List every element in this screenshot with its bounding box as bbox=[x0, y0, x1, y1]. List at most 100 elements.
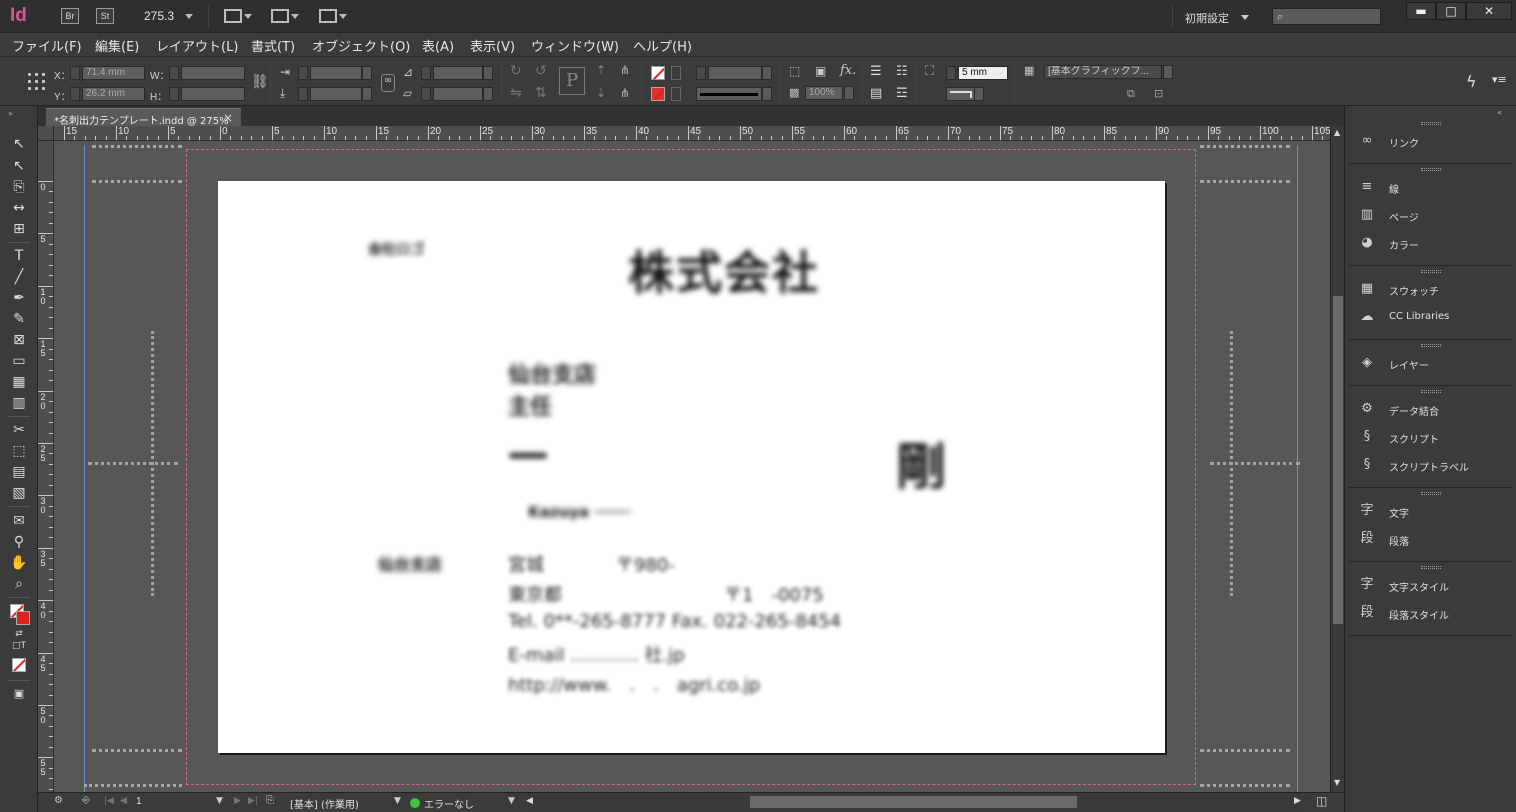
h-stepper[interactable] bbox=[169, 87, 179, 101]
split-window-icon[interactable]: ◫ bbox=[1316, 794, 1327, 808]
menu-table[interactable]: 表(A) bbox=[422, 36, 454, 55]
w-stepper[interactable] bbox=[169, 66, 179, 80]
stroke-weight-field[interactable] bbox=[708, 66, 762, 80]
stroke-swatch[interactable] bbox=[651, 87, 665, 101]
h-field[interactable] bbox=[181, 87, 245, 101]
corner-options-icon[interactable]: ⬚ bbox=[789, 64, 800, 78]
panel-item-paragraph[interactable]: 段 段落 bbox=[1357, 530, 1511, 550]
rotate-cw-icon[interactable]: ↻ bbox=[510, 63, 522, 79]
help-search-input[interactable]: ⌕ bbox=[1272, 8, 1381, 25]
drop-shadow-icon[interactable]: ▣ bbox=[815, 64, 826, 78]
effects-fx-icon[interactable]: fx. bbox=[840, 63, 856, 78]
master-label[interactable]: [基本] (作業用) bbox=[290, 796, 359, 811]
stock-button[interactable]: St bbox=[96, 8, 114, 24]
x-field[interactable]: 71.4 mm bbox=[82, 66, 145, 80]
opacity-dropdown[interactable] bbox=[844, 86, 854, 100]
scroll-up-icon[interactable]: ▲ bbox=[1334, 128, 1340, 137]
panel-group-grip[interactable] bbox=[1421, 390, 1441, 393]
menu-edit[interactable]: 編集(E) bbox=[95, 36, 139, 55]
panel-item-data-merge[interactable]: ⚙ データ結合 bbox=[1357, 400, 1511, 420]
panel-item-character-styles[interactable]: 字 文字スタイル bbox=[1357, 576, 1511, 596]
hand-tool-icon[interactable]: ✋ bbox=[10, 555, 28, 571]
workspace-switcher[interactable]: 初期設定 bbox=[1185, 10, 1229, 26]
fill-swatch[interactable] bbox=[651, 66, 665, 80]
scale-x-stepper[interactable] bbox=[298, 66, 308, 80]
text-wrap-shape-icon[interactable]: ▤ bbox=[870, 86, 882, 101]
panel-item-stroke[interactable]: ≡ 線 bbox=[1357, 178, 1511, 198]
panel-item-scripts[interactable]: § スクリプト bbox=[1357, 428, 1511, 448]
frame-fitting-icon[interactable]: ⛶ bbox=[925, 64, 934, 79]
select-previous-icon[interactable]: ⋔ bbox=[620, 63, 630, 77]
scale-x-dropdown[interactable] bbox=[362, 66, 372, 80]
select-content-icon[interactable]: ⇣ bbox=[596, 86, 606, 100]
shear-field[interactable] bbox=[433, 87, 483, 101]
page-tool-icon[interactable]: ⎘ bbox=[10, 179, 28, 195]
flip-horizontal-icon[interactable]: ⇋ bbox=[510, 85, 522, 101]
object-style-dropdown[interactable] bbox=[1163, 65, 1173, 79]
previous-page-icon[interactable]: ◀ bbox=[120, 796, 127, 806]
flip-vertical-icon[interactable]: ⇅ bbox=[535, 85, 547, 101]
scroll-down-icon[interactable]: ▼ bbox=[1334, 778, 1340, 787]
vertical-scrollbar[interactable]: ▲ ▼ bbox=[1330, 126, 1344, 792]
note-tool-icon[interactable]: ✉ bbox=[10, 513, 28, 529]
panel-item-pages[interactable]: ▥ ページ bbox=[1357, 206, 1511, 226]
close-tab-icon[interactable]: × bbox=[223, 111, 233, 125]
content-collector-icon[interactable]: ⊞ bbox=[10, 221, 28, 237]
line-tool-icon[interactable]: ╱ bbox=[10, 269, 28, 285]
panel-item-layers[interactable]: ◈ レイヤー bbox=[1357, 354, 1511, 374]
panel-item-script-label[interactable]: § スクリプトラベル bbox=[1357, 456, 1511, 476]
panel-item-color[interactable]: ◕ カラー bbox=[1357, 234, 1511, 254]
x-stepper[interactable] bbox=[70, 66, 80, 80]
quick-apply-icon[interactable]: ⊡ bbox=[1154, 87, 1163, 100]
view-options-dropdown-icon[interactable] bbox=[244, 14, 252, 19]
vertical-ruler[interactable]: 0510152025303540455055 bbox=[38, 141, 54, 792]
gradient-feather-tool-icon[interactable]: ▧ bbox=[10, 485, 28, 501]
page-options-icon[interactable]: ⚙ bbox=[54, 795, 63, 806]
object-style-field[interactable]: [基本グラフィックフ... bbox=[1044, 65, 1162, 79]
stroke-weight-dropdown[interactable] bbox=[762, 66, 772, 80]
rectangle-frame-tool-icon[interactable]: ⊠ bbox=[10, 332, 28, 348]
bridge-button[interactable]: Br bbox=[61, 8, 79, 24]
stroke-proxy-icon[interactable] bbox=[16, 611, 30, 625]
stroke-width-field[interactable]: 5 mm bbox=[958, 66, 1008, 80]
corner-shape-dropdown[interactable] bbox=[974, 87, 984, 101]
shear-stepper[interactable] bbox=[421, 87, 431, 101]
panel-item-paragraph-styles[interactable]: 段 段落スタイル bbox=[1357, 604, 1511, 624]
arrange-dropdown-icon[interactable] bbox=[339, 14, 347, 19]
minimize-button[interactable]: ▬ bbox=[1406, 2, 1436, 20]
rotate-stepper[interactable] bbox=[421, 66, 431, 80]
quick-apply-lightning-icon[interactable]: ϟ bbox=[1466, 72, 1477, 91]
y-field[interactable]: 26.2 mm bbox=[82, 87, 145, 101]
rotate-dropdown[interactable] bbox=[483, 66, 493, 80]
gap-tool-icon[interactable]: ↔ bbox=[10, 200, 28, 216]
zoom-dropdown-icon[interactable] bbox=[185, 14, 193, 19]
selection-tool-icon[interactable]: ↖ bbox=[10, 136, 28, 152]
table-tool-icon[interactable]: ▦ bbox=[10, 374, 28, 390]
menu-layout[interactable]: レイアウト(L) bbox=[156, 36, 238, 55]
stroke-dropdown[interactable] bbox=[671, 87, 681, 101]
gradient-swatch-tool-icon[interactable]: ▤ bbox=[10, 464, 28, 480]
grid-tool-icon[interactable]: ▥ bbox=[10, 395, 28, 411]
workspace-dropdown-icon[interactable] bbox=[1241, 15, 1249, 20]
clear-overrides-icon[interactable]: ⧉ bbox=[1127, 87, 1135, 101]
open-in-window-icon[interactable]: ⎆ bbox=[82, 795, 90, 806]
collapse-tools-icon[interactable]: » bbox=[8, 109, 13, 118]
master-dropdown-icon[interactable]: ▼ bbox=[394, 796, 401, 806]
text-wrap-none-icon[interactable]: ☰ bbox=[870, 64, 882, 79]
rotate-field[interactable] bbox=[433, 66, 483, 80]
horizontal-ruler[interactable]: 15 10 5 0 5 10 15 20 25 30 35 40 45 50 55 60 65 70 75 80 85 9… bbox=[54, 126, 1330, 141]
zoom-tool-icon[interactable]: ⌕ bbox=[10, 576, 28, 592]
pen-tool-icon[interactable]: ✒ bbox=[10, 290, 28, 306]
fill-dropdown[interactable] bbox=[671, 66, 681, 80]
menu-window[interactable]: ウィンドウ(W) bbox=[531, 36, 619, 55]
stroke-type-dropdown[interactable] bbox=[762, 87, 772, 101]
shear-dropdown[interactable] bbox=[483, 87, 493, 101]
menu-file[interactable]: ファイル(F) bbox=[12, 36, 82, 55]
scissors-tool-icon[interactable]: ✂ bbox=[10, 422, 28, 438]
scroll-left-icon[interactable]: ◀ bbox=[526, 796, 533, 806]
page-number-field[interactable]: 1 bbox=[136, 796, 142, 807]
page-dropdown-icon[interactable]: ▼ bbox=[216, 796, 223, 806]
next-page-icon[interactable]: ▶ bbox=[234, 796, 241, 806]
panel-menu-icon[interactable]: ▾≡ bbox=[1492, 73, 1507, 86]
horizontal-scrollbar[interactable]: ◀ ▶ bbox=[524, 793, 1310, 812]
